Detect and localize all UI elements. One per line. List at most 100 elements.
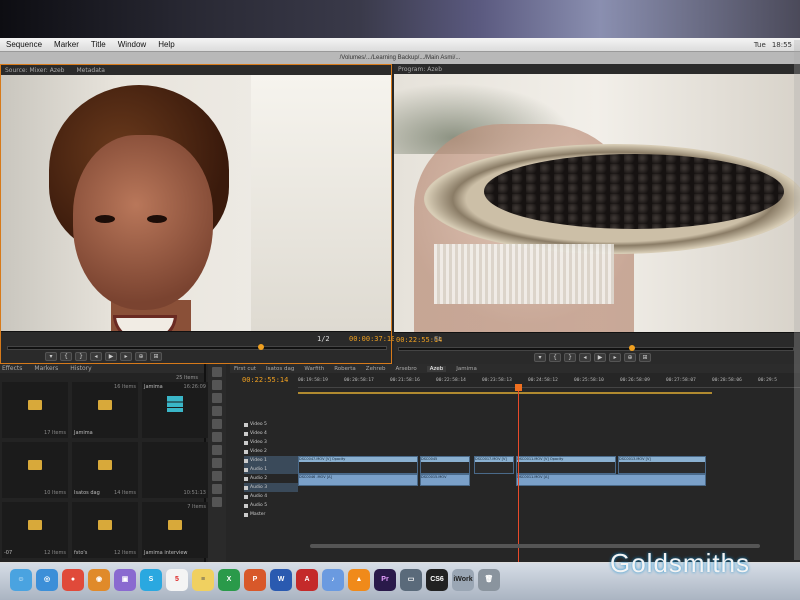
overwrite-button[interactable]: ⊞ <box>150 352 162 361</box>
powerpoint-icon[interactable]: P <box>244 569 266 591</box>
bin-item[interactable]: 10:51:13 <box>142 442 208 498</box>
source-playhead[interactable] <box>258 344 264 350</box>
pen-tool-icon[interactable] <box>212 471 222 481</box>
track-header[interactable]: Audio 4 <box>244 492 298 501</box>
prog-mark-in-button[interactable]: ▾ <box>534 353 546 362</box>
tab-jamima[interactable]: Jamima <box>456 366 477 372</box>
prog-mark-out-button[interactable]: { <box>549 353 561 362</box>
safari-icon[interactable]: ◎ <box>36 569 58 591</box>
track-header[interactable]: Video 4 <box>244 429 298 438</box>
tab-markers[interactable]: Markers <box>34 365 58 372</box>
tab-program[interactable]: Program: Azeb <box>398 66 442 73</box>
track-select-tool-icon[interactable] <box>212 380 222 390</box>
firefox-icon[interactable]: ◉ <box>88 569 110 591</box>
mark-out-button[interactable]: { <box>60 352 72 361</box>
speaker-icon[interactable] <box>244 485 248 490</box>
video-clip[interactable]: DSC0013.MOV [V] <box>618 456 706 474</box>
video-clip[interactable]: DSC0045 <box>420 456 470 474</box>
slide-tool-icon[interactable] <box>212 458 222 468</box>
work-area-bar[interactable] <box>298 392 712 394</box>
menu-help[interactable]: Help <box>152 40 180 49</box>
mark-in-button[interactable]: ▾ <box>45 352 57 361</box>
audio-clip[interactable]: DSC0046 .MOV [A] <box>298 474 418 486</box>
video-clip[interactable]: DSC0047.MOV [V] Opacity <box>298 456 418 474</box>
tab-metadata[interactable]: Metadata <box>76 67 104 74</box>
tab-azeb[interactable]: Azeb <box>426 365 447 372</box>
iwork-icon[interactable]: iWork <box>452 569 474 591</box>
selection-tool-icon[interactable] <box>212 367 222 377</box>
notes-icon[interactable]: ≡ <box>192 569 214 591</box>
program-scrubber[interactable] <box>398 345 794 351</box>
menu-sequence[interactable]: Sequence <box>0 40 48 49</box>
timeline-timecode[interactable]: 00:22:55:14 <box>242 376 288 384</box>
folder-icon[interactable]: ▭ <box>400 569 422 591</box>
calendar-icon[interactable]: 5 <box>166 569 188 591</box>
track-header[interactable]: Master <box>244 510 298 519</box>
excel-icon[interactable]: X <box>218 569 240 591</box>
tab-source[interactable]: Source: Mixer: Azeb <box>5 67 64 74</box>
premiere-icon[interactable]: Pr <box>374 569 396 591</box>
eye-icon[interactable] <box>244 422 248 427</box>
time-ruler[interactable]: 00:19:58:19 00:20:58:17 00:21:58:16 00:2… <box>298 376 800 388</box>
speaker-icon[interactable] <box>244 476 248 481</box>
step-back-button[interactable]: ◂ <box>90 352 102 361</box>
prog-step-back-button[interactable]: ◂ <box>579 353 591 362</box>
trash-icon[interactable]: 🗑 <box>478 569 500 591</box>
bin-item[interactable]: 10 Items <box>2 442 68 498</box>
zoom-tool-icon[interactable] <box>212 497 222 507</box>
hand-tool-icon[interactable] <box>212 484 222 494</box>
bin-item[interactable]: Jamima 16 Items <box>72 382 138 438</box>
tab-arsebro[interactable]: Arsebro <box>395 366 416 372</box>
prog-go-in-button[interactable]: } <box>564 353 576 362</box>
program-playhead[interactable] <box>629 345 635 351</box>
vlc-icon[interactable]: ▲ <box>348 569 370 591</box>
source-monitor[interactable]: Source: Mixer: Azeb Metadata 1/2 00:00:3… <box>0 64 395 364</box>
tab-effects[interactable]: Effects <box>2 365 22 372</box>
tab-first-cut[interactable]: First cut <box>234 366 256 372</box>
timeline-playhead[interactable] <box>515 384 522 564</box>
insert-button[interactable]: ⊕ <box>135 352 147 361</box>
extract-button[interactable]: ⊞ <box>639 353 651 362</box>
tab-zehreb[interactable]: Zehreb <box>366 366 386 372</box>
bin-item[interactable]: 17 Items <box>2 382 68 438</box>
source-fit[interactable]: 1/2 <box>317 335 330 343</box>
track-header[interactable]: Video 1 <box>244 456 298 465</box>
skype-icon[interactable]: S <box>140 569 162 591</box>
bin-item[interactable]: -07 12 Items <box>2 502 68 558</box>
speaker-icon[interactable] <box>244 512 248 517</box>
bin-item[interactable]: Jamima interview 7 Items <box>142 502 208 558</box>
menu-window[interactable]: Window <box>112 40 152 49</box>
chrome-icon[interactable]: ● <box>62 569 84 591</box>
step-fwd-button[interactable]: ▸ <box>120 352 132 361</box>
timeline-panel[interactable]: First cut Isatos dag Warfith Roberta Zeh… <box>230 364 800 564</box>
eye-icon[interactable] <box>244 440 248 445</box>
tab-roberta[interactable]: Roberta <box>334 366 356 372</box>
program-monitor[interactable]: Program: Azeb 00:22:55:14 Fit ▾ { } ◂ ▶ … <box>394 64 800 364</box>
source-scrubber[interactable] <box>7 344 387 350</box>
video-clip[interactable]: DSC0017.MOV [V] <box>474 456 514 474</box>
program-fit[interactable]: Fit <box>434 336 441 343</box>
lift-button[interactable]: ⊕ <box>624 353 636 362</box>
speaker-icon[interactable] <box>244 503 248 508</box>
bin-item[interactable]: Jamima 16:26:09 <box>142 382 208 438</box>
bin-item[interactable]: fsto's 12 Items <box>72 502 138 558</box>
track-header[interactable]: Audio 2 <box>244 474 298 483</box>
eye-icon[interactable] <box>244 449 248 454</box>
ripple-edit-tool-icon[interactable] <box>212 393 222 403</box>
photos-icon[interactable]: ▣ <box>114 569 136 591</box>
eye-icon[interactable] <box>244 431 248 436</box>
track-header[interactable]: Audio 5 <box>244 501 298 510</box>
razor-tool-icon[interactable] <box>212 432 222 442</box>
source-timecode[interactable]: 00:00:37:10 <box>349 335 395 343</box>
menu-title[interactable]: Title <box>85 40 112 49</box>
finder-icon[interactable]: ☺ <box>10 569 32 591</box>
track-header[interactable]: Video 2 <box>244 447 298 456</box>
track-header[interactable]: Video 5 <box>244 420 298 429</box>
audio-clip[interactable]: DSC0011.MOV [A] <box>516 474 706 486</box>
eye-icon[interactable] <box>244 458 248 463</box>
cs6-icon[interactable]: CS6 <box>426 569 448 591</box>
track-header[interactable]: Video 3 <box>244 438 298 447</box>
slip-tool-icon[interactable] <box>212 445 222 455</box>
track-header[interactable]: Audio 1 <box>244 465 298 474</box>
tab-isatos-dag[interactable]: Isatos dag <box>266 366 294 372</box>
